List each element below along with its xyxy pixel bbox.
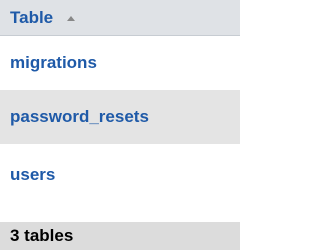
table-count-label: 3 tables [10, 226, 74, 245]
table-row: migrations [0, 36, 240, 90]
table-column-header[interactable]: Table [0, 0, 240, 36]
sort-ascending-icon[interactable] [67, 16, 76, 21]
table-row: password_resets [0, 90, 240, 144]
table-count-footer: 3 tables [0, 222, 240, 250]
table-link-password-resets[interactable]: password_resets [10, 107, 149, 127]
table-link-users[interactable]: users [10, 165, 55, 185]
table-row: users [0, 144, 240, 206]
table-link-migrations[interactable]: migrations [10, 53, 97, 73]
table-column-header-label[interactable]: Table [10, 8, 53, 28]
tables-list-panel: Table migrations password_resets users 3… [0, 0, 240, 250]
